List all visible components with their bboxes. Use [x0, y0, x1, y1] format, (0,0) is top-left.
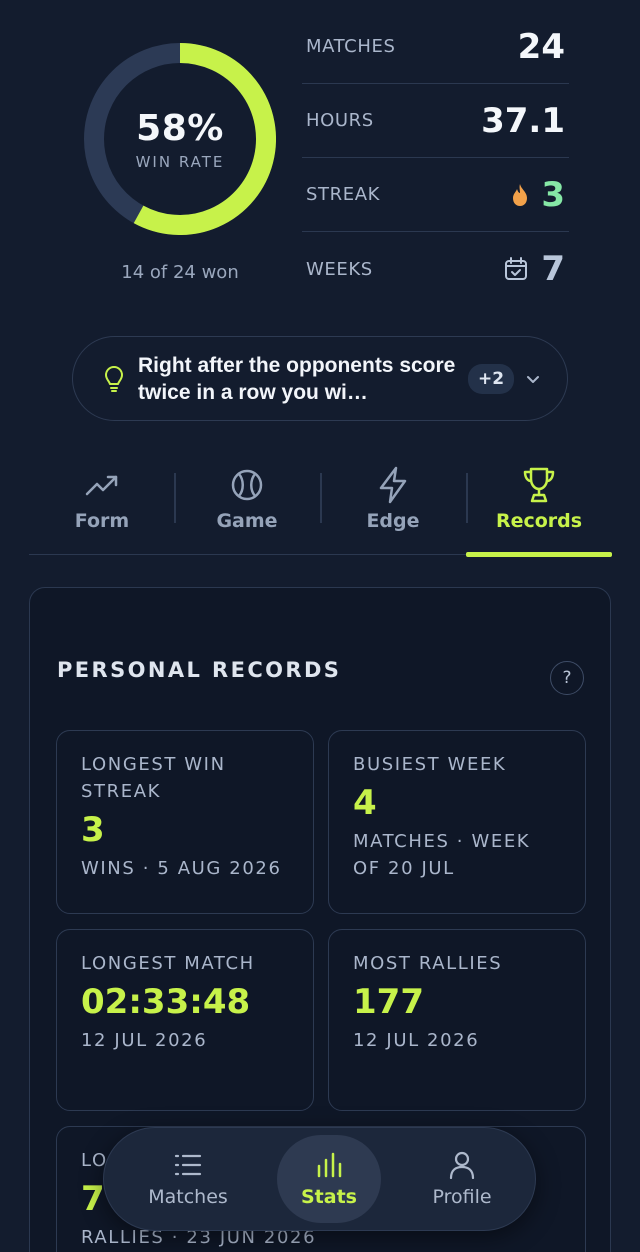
stat-label: HOURS — [306, 110, 374, 131]
win-rate-label: WIN RATE — [135, 153, 225, 171]
stat-hours: HOURS 37.1 — [302, 84, 569, 158]
insight-card[interactable]: Right after the opponents score twice in… — [72, 336, 568, 421]
win-rate-value: 58% — [136, 108, 224, 149]
record-card-most-rallies: MOST RALLIES 177 12 JUL 2026 — [328, 929, 586, 1111]
list-icon — [174, 1150, 202, 1180]
stat-weeks: WEEKS 7 — [302, 232, 569, 306]
stats-tab-bar: Form Game Edge Records — [29, 455, 612, 557]
nav-label: Profile — [432, 1186, 492, 1208]
stat-label: STREAK — [306, 184, 381, 205]
stat-value: 3 — [541, 174, 565, 215]
tab-label: Game — [216, 510, 278, 532]
panel-title: PERSONAL RECORDS — [57, 658, 342, 682]
lightning-icon — [377, 465, 409, 505]
tab-label: Edge — [366, 510, 420, 532]
record-value: 177 — [353, 982, 424, 1022]
stat-label: WEEKS — [306, 258, 373, 280]
nav-profile[interactable]: Profile — [404, 1135, 520, 1223]
stat-value: 7 — [541, 249, 565, 289]
stat-label: MATCHES — [306, 36, 396, 57]
chevron-down-icon[interactable] — [526, 374, 540, 384]
tab-form[interactable]: Form — [29, 455, 175, 555]
record-detail: 12 JUL 2026 — [353, 1030, 480, 1051]
tab-edge[interactable]: Edge — [320, 455, 466, 555]
record-value: 4 — [353, 783, 377, 823]
record-detail: 12 JUL 2026 — [81, 1030, 208, 1051]
record-card-longest-match: LONGEST MATCH 02:33:48 12 JUL 2026 — [56, 929, 314, 1111]
tab-records[interactable]: Records — [466, 455, 612, 557]
stat-value: 24 — [517, 26, 565, 67]
record-label: BUSIEST WEEK — [353, 754, 507, 775]
bottom-nav: Matches Stats Profile — [103, 1127, 536, 1231]
nav-stats[interactable]: Stats — [277, 1135, 381, 1223]
record-card-longest-win-streak: LONGEST WIN STREAK 3 WINS · 5 AUG 2026 — [56, 730, 314, 914]
stat-streak: STREAK 3 — [302, 158, 569, 232]
tab-label: Form — [74, 510, 130, 532]
person-icon — [449, 1150, 475, 1180]
nav-label: Matches — [148, 1186, 228, 1208]
record-value: 3 — [81, 810, 105, 850]
trend-up-icon — [84, 465, 120, 505]
trophy-icon — [520, 465, 558, 505]
nav-matches[interactable]: Matches — [128, 1135, 248, 1223]
nav-label: Stats — [301, 1186, 357, 1208]
stat-matches: MATCHES 24 — [302, 10, 569, 84]
record-label: LONGEST MATCH — [81, 953, 255, 974]
insight-text: Right after the opponents score twice in… — [138, 353, 456, 404]
record-card-busiest-week: BUSIEST WEEK 4 MATCHES · WEEK OF 20 JUL — [328, 730, 586, 914]
calendar-check-icon — [503, 256, 529, 282]
bar-chart-icon — [315, 1150, 343, 1180]
record-label: MOST RALLIES — [353, 953, 503, 974]
tab-label: Records — [495, 510, 583, 532]
stats-screen: 58% WIN RATE 14 of 24 won MATCHES 24 HOU… — [0, 0, 640, 1252]
lightbulb-icon — [103, 365, 125, 393]
tab-game[interactable]: Game — [174, 455, 320, 555]
record-value: 02:33:48 — [81, 982, 251, 1022]
ball-icon — [230, 465, 264, 505]
help-button[interactable]: ? — [550, 661, 584, 695]
won-summary: 14 of 24 won — [121, 262, 239, 283]
record-detail: WINS · 5 AUG 2026 — [81, 858, 282, 879]
stat-value: 37.1 — [481, 100, 565, 141]
insight-count-badge: +2 — [468, 363, 515, 394]
win-rate-ring: 58% WIN RATE — [84, 43, 276, 235]
flame-icon — [511, 183, 529, 207]
record-label: LONGEST WIN STREAK — [81, 754, 226, 802]
record-detail: MATCHES · WEEK OF 20 JUL — [353, 831, 531, 879]
